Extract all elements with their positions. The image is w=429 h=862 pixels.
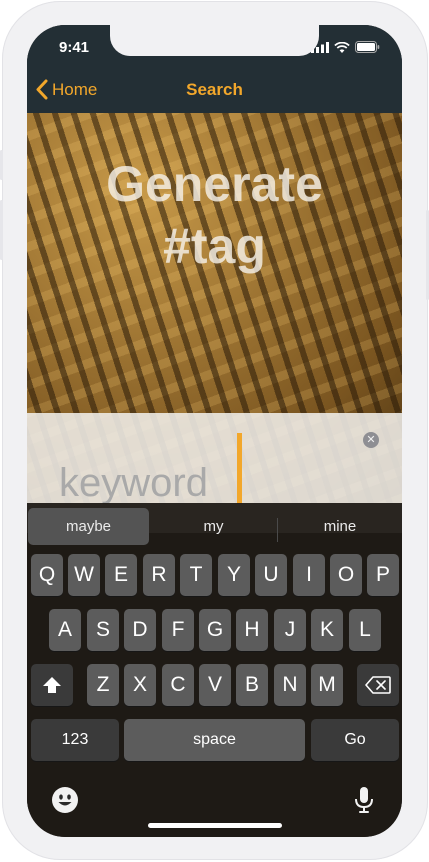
- hero-title-line1: Generate: [106, 156, 323, 212]
- key-o[interactable]: O: [330, 554, 362, 596]
- key-n[interactable]: N: [274, 664, 306, 706]
- space-key[interactable]: space: [124, 719, 305, 761]
- hero-title-line2: #tag: [163, 218, 266, 274]
- key-k[interactable]: K: [311, 609, 343, 651]
- key-l[interactable]: L: [349, 609, 381, 651]
- key-e[interactable]: E: [105, 554, 137, 596]
- key-q[interactable]: Q: [31, 554, 63, 596]
- wifi-icon: [334, 41, 350, 53]
- key-g[interactable]: G: [199, 609, 231, 651]
- key-r[interactable]: R: [143, 554, 175, 596]
- suggestion-bar: maybe my mine: [27, 503, 402, 549]
- key-c[interactable]: C: [162, 664, 194, 706]
- navigation-bar: Home Search: [27, 69, 402, 113]
- key-a[interactable]: A: [49, 609, 81, 651]
- battery-icon: [355, 41, 380, 53]
- key-d[interactable]: D: [124, 609, 156, 651]
- backspace-key[interactable]: [357, 664, 399, 706]
- key-t[interactable]: T: [180, 554, 212, 596]
- suggestion-divider: [277, 518, 278, 542]
- page-title: Search: [186, 80, 243, 99]
- go-key[interactable]: Go: [311, 719, 399, 761]
- key-z[interactable]: Z: [87, 664, 119, 706]
- key-m[interactable]: M: [311, 664, 343, 706]
- emoji-icon: [52, 787, 78, 813]
- key-h[interactable]: H: [236, 609, 268, 651]
- key-p[interactable]: P: [367, 554, 399, 596]
- backspace-icon: [365, 676, 391, 694]
- suggestion-item[interactable]: maybe: [28, 508, 149, 545]
- side-button: [0, 200, 3, 260]
- shift-key[interactable]: [31, 664, 73, 706]
- suggestion-item[interactable]: my: [153, 508, 274, 545]
- suggestion-item[interactable]: mine: [279, 508, 401, 545]
- text-cursor: [237, 433, 242, 504]
- key-s[interactable]: S: [87, 609, 119, 651]
- key-j[interactable]: J: [274, 609, 306, 651]
- status-icons: [311, 41, 380, 53]
- key-x[interactable]: X: [124, 664, 156, 706]
- microphone-icon: [355, 787, 373, 813]
- clear-icon[interactable]: ✕: [363, 432, 379, 448]
- key-v[interactable]: V: [199, 664, 231, 706]
- key-f[interactable]: F: [162, 609, 194, 651]
- shift-icon: [43, 677, 61, 693]
- hero-title: Generate #tag: [27, 153, 402, 277]
- key-w[interactable]: W: [68, 554, 100, 596]
- emoji-button[interactable]: [51, 786, 81, 816]
- key-i[interactable]: I: [293, 554, 325, 596]
- dictation-button[interactable]: [354, 786, 376, 816]
- screen: 9:41 Home Search Generate #tag keyword ✕…: [27, 25, 402, 837]
- hero-background: Generate #tag ✕: [27, 113, 402, 533]
- key-b[interactable]: B: [236, 664, 268, 706]
- status-time: 9:41: [58, 39, 90, 56]
- keyboard: maybe my mine Q W E R T Y U I O P A S D …: [27, 503, 402, 837]
- numbers-key[interactable]: 123: [31, 719, 119, 761]
- key-y[interactable]: Y: [218, 554, 250, 596]
- home-indicator[interactable]: [148, 823, 282, 828]
- side-button: [0, 150, 3, 180]
- key-u[interactable]: U: [255, 554, 287, 596]
- notch: [110, 25, 319, 56]
